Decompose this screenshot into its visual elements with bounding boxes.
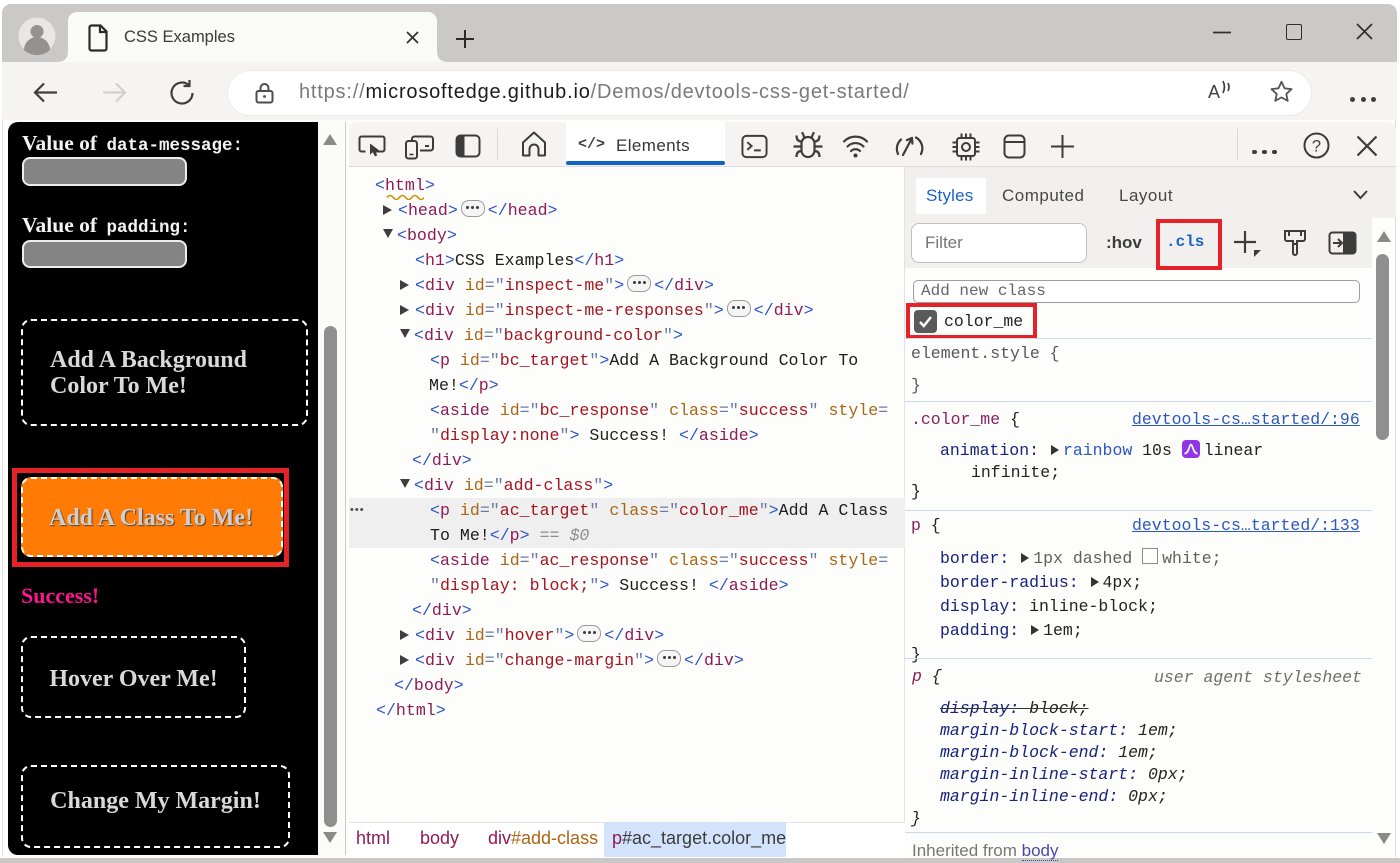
svg-text:?: ? — [1312, 138, 1321, 156]
